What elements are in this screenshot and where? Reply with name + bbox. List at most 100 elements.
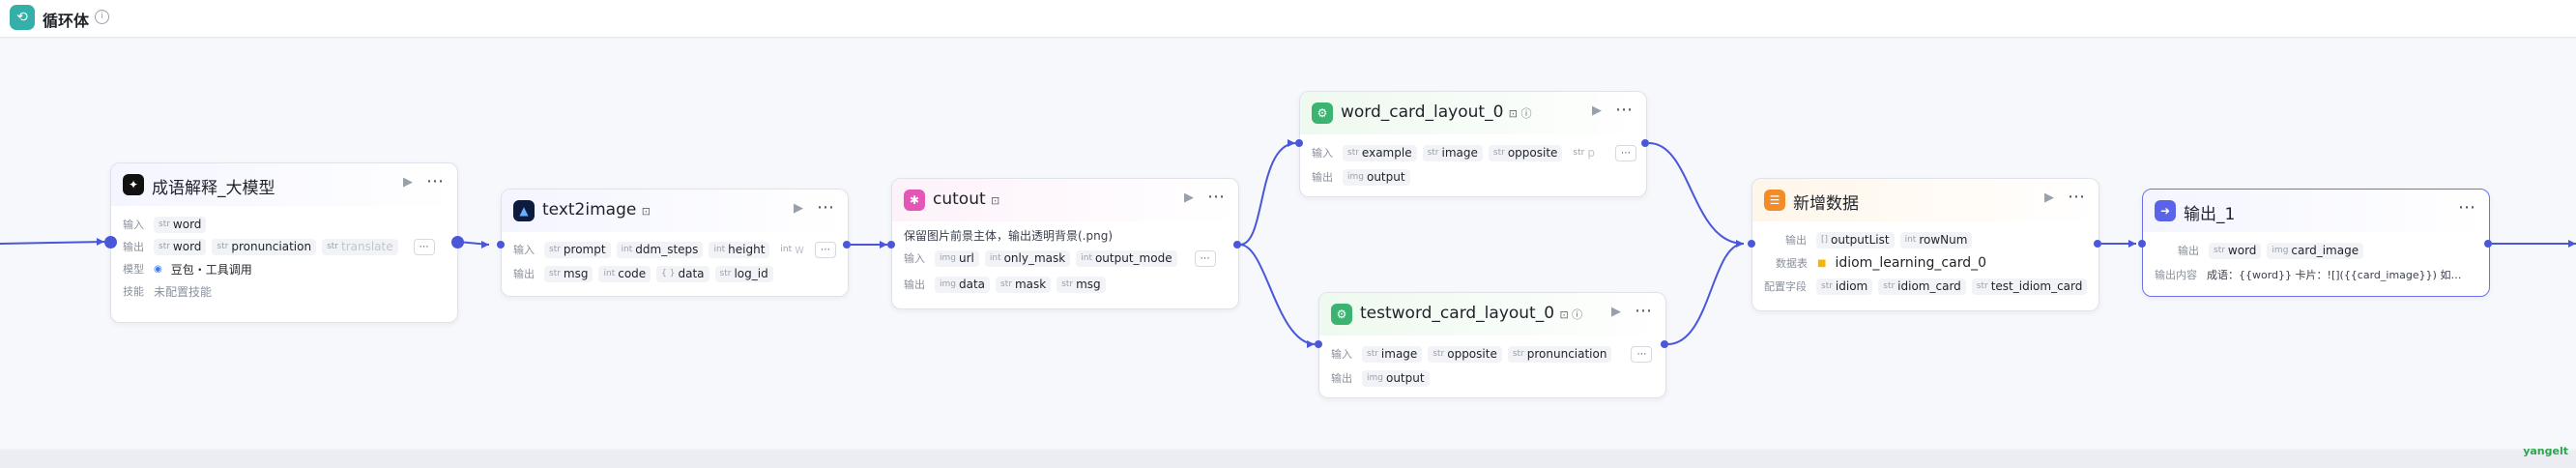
input-port[interactable] (887, 241, 895, 249)
param-tag: int rowNum (1899, 231, 1973, 249)
output-row: 输出 str word img card_image (2178, 242, 2364, 259)
run-icon[interactable]: ▶ (1592, 103, 1602, 118)
node-title: 成语解释_大模型 (152, 179, 275, 198)
brand-watermark: yangelt (2523, 445, 2568, 457)
expand-button[interactable]: ⋯ (1194, 249, 1216, 267)
input-port[interactable] (1748, 240, 1755, 248)
run-icon[interactable]: ▶ (1611, 305, 1621, 319)
output-port[interactable] (1661, 340, 1668, 348)
output-port[interactable] (843, 241, 851, 249)
node-add-data[interactable]: ☰ 新增数据 ▶ ⋯ 输出 [] outputList int rowNum 数据表… (1751, 178, 2099, 311)
node-text2image[interactable]: ▲ text2image ⊡ ▶ ⋯ 输入 str prompt int ddm_s… (501, 189, 849, 297)
expand-button[interactable]: ⋯ (1631, 345, 1653, 363)
param-tag: int code (598, 265, 651, 282)
content-value: 成语：{{word}} 卡片：![]({{card_image}}) 如… (2207, 269, 2462, 281)
output-row: 输出 img data str mask str msg (904, 276, 1106, 293)
output-port[interactable] (1641, 139, 1649, 147)
info-icon[interactable]: i (95, 10, 109, 24)
node-testword-card-layout[interactable]: ⚙ testword_card_layout_0 ⊡ ⓘ ▶ ⋯ 输入 str i… (1318, 292, 1666, 398)
output-port[interactable] (451, 236, 464, 249)
output-label: 输出 (1312, 171, 1333, 184)
param-tag: int w (780, 243, 804, 256)
run-icon[interactable]: ▶ (2044, 190, 2054, 205)
input-row: 输入 str word (123, 216, 207, 233)
input-label: 输入 (513, 244, 535, 256)
more-icon[interactable]: ⋯ (817, 197, 835, 218)
param-tag: str idiom_card (1878, 278, 1966, 295)
param-tag: str word (154, 216, 207, 233)
node-title: testword_card_layout_0 ⊡ ⓘ (1360, 304, 1583, 323)
plugin-icon: ⊡ (991, 194, 1000, 207)
param-tag: str word (154, 238, 207, 255)
model-label: 模型 (123, 263, 144, 276)
output-label: 输出 (2178, 245, 2199, 257)
param-tag: str pronunciation (212, 238, 317, 255)
fields-row: 配置字段 str idiom str idiom_card str test_idio… (1764, 278, 2088, 295)
input-port[interactable] (1295, 139, 1303, 147)
param-tag: img card_image (2267, 242, 2364, 259)
input-label: 输入 (904, 252, 925, 265)
input-port[interactable] (1315, 340, 1322, 348)
content-label: 输出内容 (2155, 269, 2197, 281)
node-word-card-layout[interactable]: ⚙ word_card_layout_0 ⊡ ⓘ ▶ ⋯ 输入 str examp… (1299, 91, 1647, 197)
param-tag: str test_idiom_card (1971, 278, 2088, 295)
arrow-head (97, 238, 104, 246)
output-row: 输出 [] outputList int rowNum (1785, 231, 1973, 249)
expand-button[interactable]: ⋯ (413, 238, 435, 255)
more-icon[interactable]: ⋯ (1615, 100, 1634, 120)
node-llm[interactable]: ✦ 成语解释_大模型 ▶ ⋯ 输入 str word 输出 str word str… (110, 162, 458, 323)
run-icon[interactable]: ▶ (403, 175, 413, 190)
fields-label: 配置字段 (1764, 280, 1807, 293)
run-icon[interactable]: ▶ (1184, 190, 1194, 205)
expand-button[interactable]: ⋯ (814, 241, 836, 258)
node-title: word_card_layout_0 ⊡ ⓘ (1341, 102, 1532, 122)
loop-icon: ⟲ (10, 5, 35, 30)
more-icon[interactable]: ⋯ (2458, 197, 2476, 218)
more-icon[interactable]: ⋯ (1635, 301, 1653, 321)
expand-button[interactable]: ⋯ (1614, 144, 1636, 161)
more-icon[interactable]: ⋯ (426, 171, 445, 191)
param-tag: str image (1362, 345, 1423, 363)
arrow-head (2128, 240, 2136, 248)
input-label: 输入 (1331, 348, 1352, 361)
node-title: 输出_1 (2184, 205, 2236, 224)
node-title: text2image ⊡ (542, 200, 651, 219)
input-port[interactable] (104, 236, 117, 249)
output-row: 输出 str word str pronunciation str translate… (123, 238, 435, 255)
content-row: 输出内容 成语：{{word}} 卡片：![]({{card_image}}) … (2155, 266, 2461, 283)
node-output[interactable]: ➜ 输出_1 ⋯ 输出 str word img card_image 输出内容 成… (2142, 189, 2490, 297)
input-port[interactable] (2138, 240, 2146, 248)
output-row: 输出 str msg int code { } data str log_id (513, 265, 773, 282)
input-label: 输入 (123, 219, 144, 231)
input-label: 输入 (1312, 147, 1333, 160)
run-icon[interactable]: ▶ (794, 201, 803, 216)
text2image-icon: ▲ (513, 200, 535, 221)
output-port[interactable] (2484, 240, 2492, 248)
workflow-canvas[interactable]: ✦ 成语解释_大模型 ▶ ⋯ 输入 str word 输出 str word str… (0, 39, 2576, 449)
database-icon: ☰ (1764, 190, 1785, 211)
input-row: 输入 img url int only_mask int output_mode ⋯ (904, 249, 1216, 267)
more-icon[interactable]: ⋯ (1207, 187, 1226, 207)
more-icon[interactable]: ⋯ (2068, 187, 2086, 207)
param-tag: { } data (656, 265, 709, 282)
loop-header: ⟲ 循环体 i (0, 0, 2576, 38)
param-tag: str translate (322, 238, 398, 255)
output-label: 输出 (123, 241, 144, 253)
output-port[interactable] (1233, 241, 1241, 249)
output-port[interactable] (2094, 240, 2101, 248)
param-tag: str word (2209, 242, 2262, 259)
arrow-head (1307, 340, 1315, 348)
arrow-head (1736, 240, 1744, 248)
output-label: 输出 (1331, 372, 1352, 385)
cutout-icon: ✱ (904, 190, 925, 211)
plugin-icon: ⊡ ⓘ (1559, 308, 1583, 321)
edge-test-add (1666, 243, 1745, 345)
node-cutout[interactable]: ✱ cutout ⊡ ▶ ⋯ 保留图片前景主体，输出透明背景(.png) 输入 … (891, 178, 1239, 309)
arrow-head (880, 241, 887, 249)
param-tag: str example (1343, 144, 1417, 161)
param-tag: str log_id (714, 265, 773, 282)
output-row: 输出 img output (1331, 369, 1430, 387)
param-tag: img url (935, 249, 979, 267)
param-tag: int output_mode (1076, 249, 1177, 267)
input-port[interactable] (497, 241, 505, 249)
